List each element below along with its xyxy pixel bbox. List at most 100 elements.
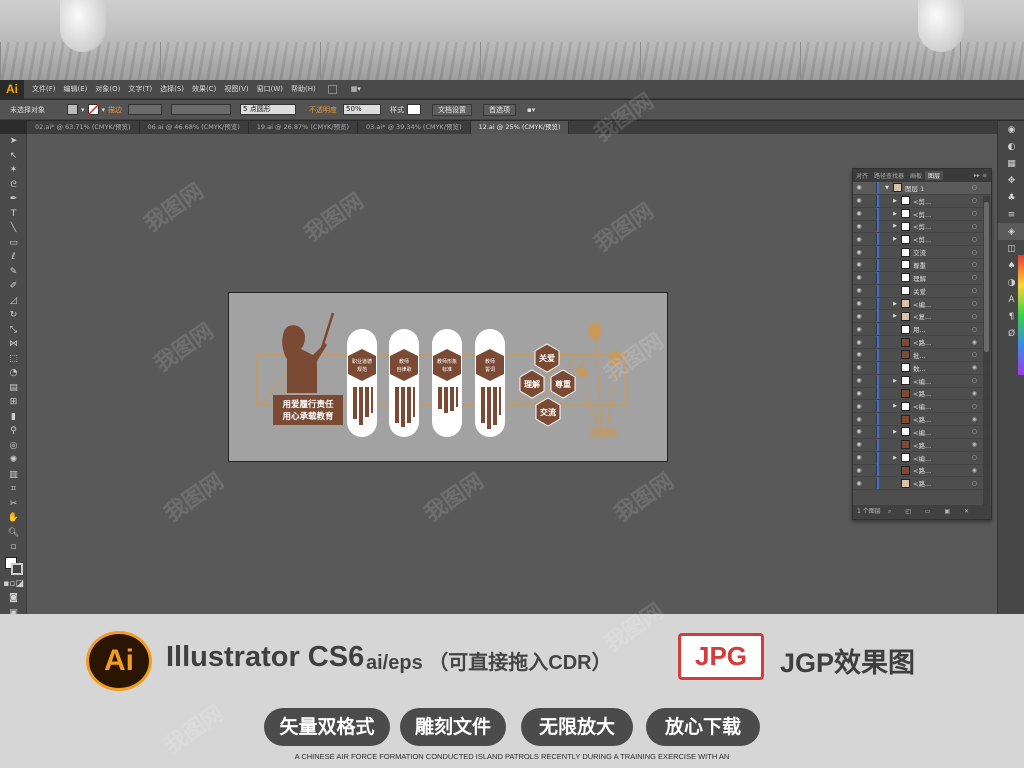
color-spectrum[interactable] — [1018, 255, 1024, 375]
opacity-field[interactable]: 50% — [343, 104, 382, 115]
visibility-eye-icon[interactable]: ◉ — [853, 287, 865, 294]
swatches-icon[interactable]: ▦ — [998, 155, 1024, 172]
doc-tab-06[interactable]: 06.ai @ 46.68% (CMYK/预览) — [140, 121, 249, 134]
layer-row[interactable]: ◉ ▶ <剪... ○ — [853, 233, 991, 247]
slice-tool-icon[interactable]: ✂ — [0, 497, 27, 512]
graphic-style-swatch[interactable] — [407, 104, 422, 115]
layer-row[interactable]: ◉ <路... ◉ — [853, 464, 991, 478]
layer-row[interactable]: ◉ 理解 ○ — [853, 271, 991, 285]
layer-name[interactable]: <剪... — [913, 221, 931, 231]
menu-help[interactable]: 帮助(H) — [291, 84, 316, 94]
target-circle-icon[interactable]: ○ — [972, 300, 977, 307]
lock-toggle[interactable] — [865, 465, 877, 476]
layer-row[interactable]: ◉ 关爱 ○ — [853, 284, 991, 298]
stroke-dropdown-icon[interactable]: ▾ — [102, 106, 106, 114]
visibility-eye-icon[interactable]: ◉ — [853, 403, 865, 410]
lock-toggle[interactable] — [865, 208, 877, 219]
layer-name[interactable]: <路... — [913, 388, 931, 398]
target-circle-icon[interactable]: ◉ — [972, 339, 977, 346]
layer-name[interactable]: <路... — [913, 478, 931, 488]
layer-name[interactable]: 批... — [913, 350, 926, 360]
layer-row[interactable]: ◉ ▶ <剪... ○ — [853, 194, 991, 208]
layers-scrollbar[interactable] — [983, 196, 990, 506]
lasso-tool-icon[interactable]: ᘓ — [0, 178, 27, 193]
target-circle-icon[interactable]: ◉ — [972, 441, 977, 448]
lock-toggle[interactable] — [865, 324, 877, 335]
magic-wand-tool-icon[interactable]: ✶ — [0, 163, 27, 178]
stroke-weight-field[interactable] — [128, 104, 163, 115]
type-tool-icon[interactable]: T — [0, 207, 27, 222]
fill-swatch[interactable] — [67, 104, 78, 115]
layer-row[interactable]: ◉ <路... ◉ — [853, 438, 991, 452]
visibility-eye-icon[interactable]: ◉ — [853, 249, 865, 256]
brush-definition[interactable]: 5 点圆形 — [240, 104, 297, 115]
blob-brush-tool-icon[interactable]: ✐ — [0, 279, 27, 294]
color-icon[interactable]: ◐ — [998, 138, 1024, 155]
lock-toggle[interactable] — [865, 401, 877, 412]
expand-triangle-icon[interactable]: ▶ — [889, 313, 901, 319]
menu-type[interactable]: 文字(T) — [128, 84, 152, 94]
target-circle-icon[interactable]: ○ — [972, 287, 977, 294]
layer-name[interactable]: <编... — [913, 376, 931, 386]
layers-panel-icon[interactable]: ◈ — [998, 223, 1024, 240]
expand-triangle-icon[interactable]: ▶ — [889, 236, 901, 242]
preferences-button[interactable]: 首选项 — [483, 103, 517, 116]
layer-name[interactable]: <剪... — [913, 196, 931, 206]
layer-name[interactable]: 理解 — [913, 273, 926, 283]
document-setup-button[interactable]: 文档设置 — [432, 103, 473, 116]
line-tool-icon[interactable]: ╲ — [0, 221, 27, 236]
lock-toggle[interactable] — [865, 426, 877, 437]
target-circle-icon[interactable]: ○ — [972, 428, 977, 435]
lock-toggle[interactable] — [865, 452, 877, 463]
zoom-tool-icon[interactable]: 🔍︎ — [0, 526, 27, 541]
lock-toggle[interactable] — [865, 259, 877, 270]
menu-window[interactable]: 窗口(W) — [257, 84, 283, 94]
tab-pathfinder[interactable]: 路径查找器 — [871, 171, 907, 180]
layer-row[interactable]: ◉ ▶ <编... ○ — [853, 451, 991, 465]
layers-footer-icons[interactable]: ⌕ ◰ ▭ ▣ ✕ — [888, 505, 975, 519]
scale-tool-icon[interactable]: ⤡ — [0, 323, 27, 338]
target-circle-icon[interactable]: ○ — [972, 351, 977, 358]
layer-row[interactable]: ◉ 交流 ○ — [853, 246, 991, 260]
lock-toggle[interactable] — [865, 234, 877, 245]
layer-row[interactable]: ◉ <路... ◉ — [853, 413, 991, 427]
layer-row[interactable]: ◉ ▶ <剪... ○ — [853, 220, 991, 234]
layer-name[interactable]: <编... — [913, 401, 931, 411]
panel-menu-icon[interactable]: ▸▸ ≡ — [974, 172, 987, 179]
menu-edit[interactable]: 编辑(E) — [64, 84, 88, 94]
visibility-eye-icon[interactable]: ◉ — [853, 300, 865, 307]
target-circle-icon[interactable]: ○ — [972, 403, 977, 410]
lock-toggle[interactable] — [865, 362, 877, 373]
layer-row[interactable]: ◉ ▶ <编... ○ — [853, 425, 991, 439]
scroll-thumb[interactable] — [984, 202, 989, 352]
lock-toggle[interactable] — [865, 182, 877, 193]
layer-name[interactable]: 尊重 — [913, 260, 926, 270]
tab-align[interactable]: 对齐 — [853, 171, 871, 180]
menu-file[interactable]: 文件(F) — [32, 84, 56, 94]
tab-layers[interactable]: 图层 — [925, 171, 944, 180]
artboard-tool-icon[interactable]: ⌗ — [0, 482, 27, 497]
menu-object[interactable]: 对象(O) — [95, 84, 120, 94]
visibility-eye-icon[interactable]: ◉ — [853, 480, 865, 487]
brushes-icon[interactable]: ✥ — [998, 172, 1024, 189]
expand-triangle-icon[interactable]: ▶ — [889, 429, 901, 435]
stroke-swatch[interactable] — [87, 104, 99, 115]
target-circle-icon[interactable]: ○ — [972, 236, 977, 243]
lock-toggle[interactable] — [865, 221, 877, 232]
visibility-eye-icon[interactable]: ◉ — [853, 261, 865, 268]
layer-name[interactable]: <路... — [913, 465, 931, 475]
direct-selection-tool-icon[interactable]: ↖ — [0, 149, 27, 164]
layer-name[interactable]: <路... — [913, 440, 931, 450]
visibility-eye-icon[interactable]: ◉ — [853, 184, 865, 191]
gradient-tool-icon[interactable]: ▮ — [0, 410, 27, 425]
expand-triangle-icon[interactable]: ▼ — [881, 185, 893, 191]
layer-name[interactable]: <编... — [913, 427, 931, 437]
visibility-eye-icon[interactable]: ◉ — [853, 339, 865, 346]
hand-tool-icon[interactable]: ✋ — [0, 511, 27, 526]
eraser-tool-icon[interactable]: ◿ — [0, 294, 27, 309]
menu-select[interactable]: 选择(S) — [160, 84, 184, 94]
layer-row[interactable]: ◉ ▶ <编... ○ — [853, 374, 991, 388]
target-circle-icon[interactable]: ◉ — [972, 390, 977, 397]
lock-toggle[interactable] — [865, 272, 877, 283]
lock-toggle[interactable] — [865, 285, 877, 296]
